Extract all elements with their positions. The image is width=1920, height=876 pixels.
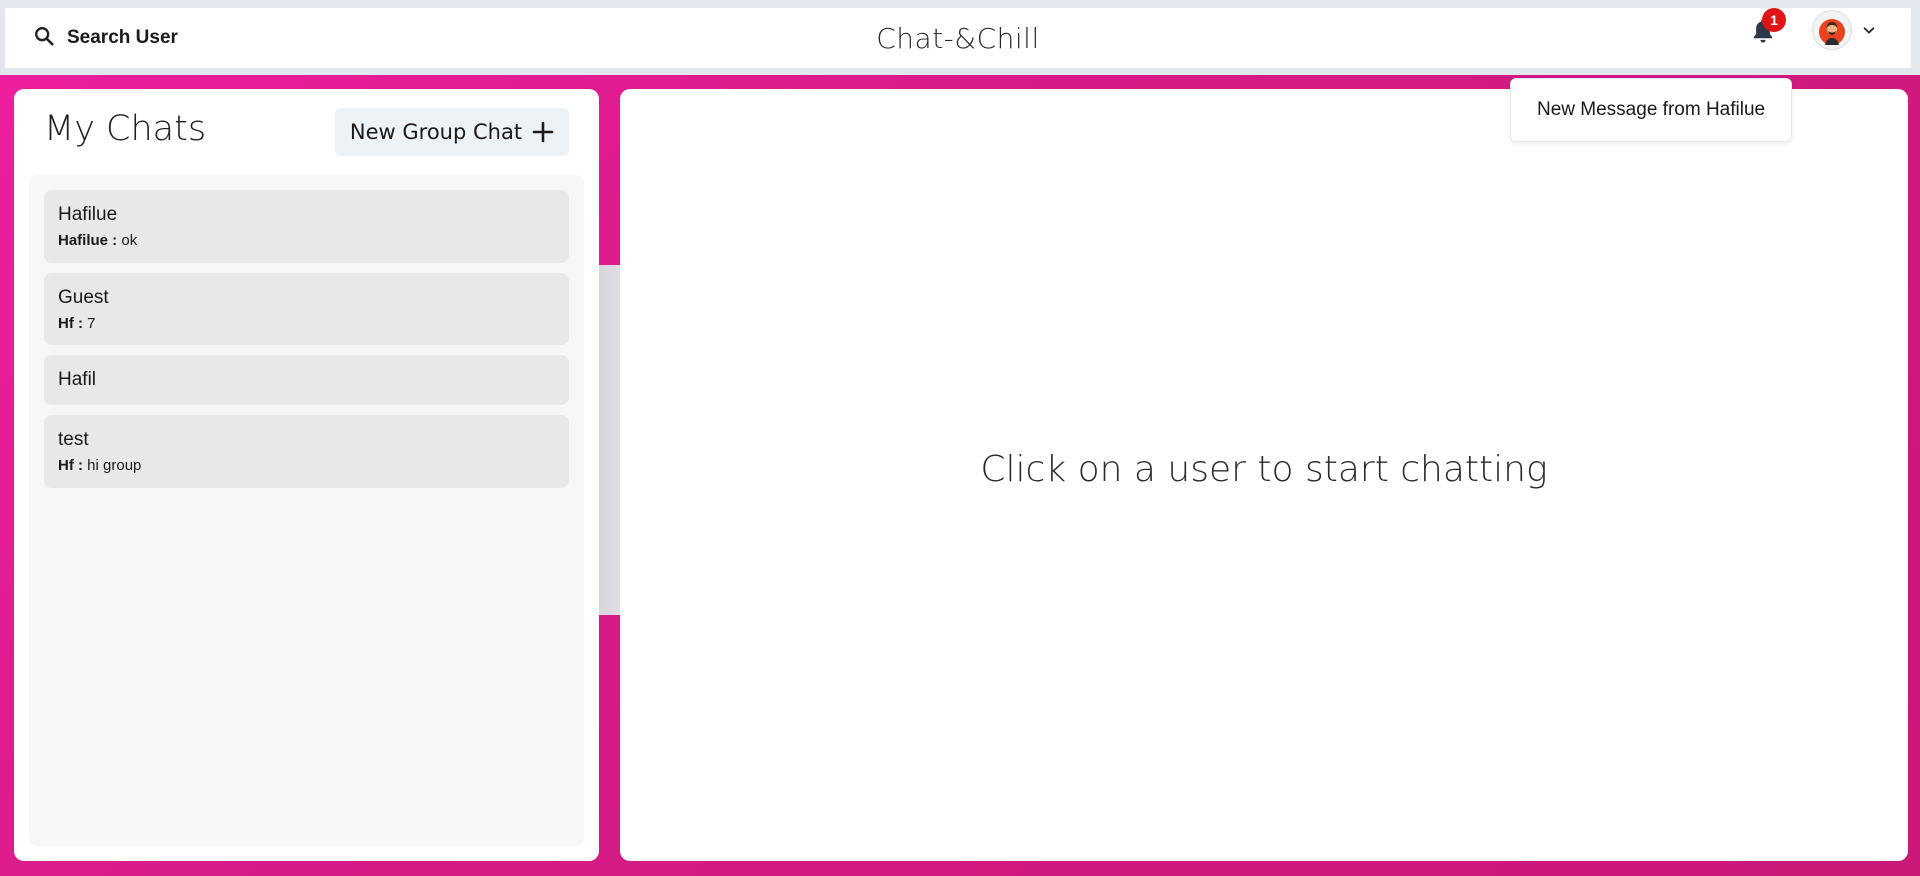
chat-message: hi group [87, 457, 142, 474]
chat-message: ok [121, 232, 138, 249]
chevron-down-icon [1862, 23, 1876, 37]
new-group-chat-button[interactable]: New Group Chat [335, 108, 569, 156]
bell-icon [1750, 19, 1776, 49]
chat-item-hafilue[interactable]: Hafilue Hafilue : ok [44, 190, 569, 263]
profile-menu-button[interactable] [1812, 10, 1876, 50]
notification-badge: 1 [1762, 8, 1786, 32]
chat-item-test[interactable]: test Hf : hi group [44, 415, 569, 488]
chat-list: Hafilue Hafilue : ok Guest Hf : 7 Hafil … [29, 175, 584, 846]
top-bar: Search User Chat-&Chill [0, 0, 1920, 75]
app-title: Chat-&Chill [876, 22, 1040, 55]
my-chats-title: My Chats [44, 109, 207, 149]
chat-sender: Hafilue : [58, 232, 118, 249]
new-group-chat-label: New Group Chat [349, 120, 523, 144]
notification-dropdown: New Message from Hafilue [1510, 78, 1792, 142]
my-chats-panel: My Chats New Group Chat Hafilue Hafilue … [14, 89, 599, 861]
chat-item-guest[interactable]: Guest Hf : 7 [44, 273, 569, 345]
avatar [1812, 10, 1852, 50]
chat-name: Guest [58, 287, 109, 308]
chat-sender: Hf : [58, 457, 83, 474]
chat-sender: Hf : [58, 315, 83, 332]
chat-name: Hafilue [58, 204, 118, 225]
empty-chat-placeholder: Click on a user to start chatting [980, 449, 1548, 490]
chat-item-hafil[interactable]: Hafil [44, 355, 569, 405]
header: Search User Chat-&Chill [5, 8, 1911, 68]
chat-name: test [58, 429, 89, 450]
chat-last-message: Hf : 7 [58, 315, 96, 332]
chat-last-message: Hafilue : ok [58, 232, 137, 249]
chat-last-message: Hf : hi group [58, 457, 141, 474]
chat-name: Hafil [58, 369, 97, 390]
chat-box: Click on a user to start chatting [620, 89, 1908, 861]
plus-icon [532, 121, 554, 143]
notification-item[interactable]: New Message from Hafilue [1511, 93, 1791, 127]
chat-message: 7 [87, 315, 96, 332]
